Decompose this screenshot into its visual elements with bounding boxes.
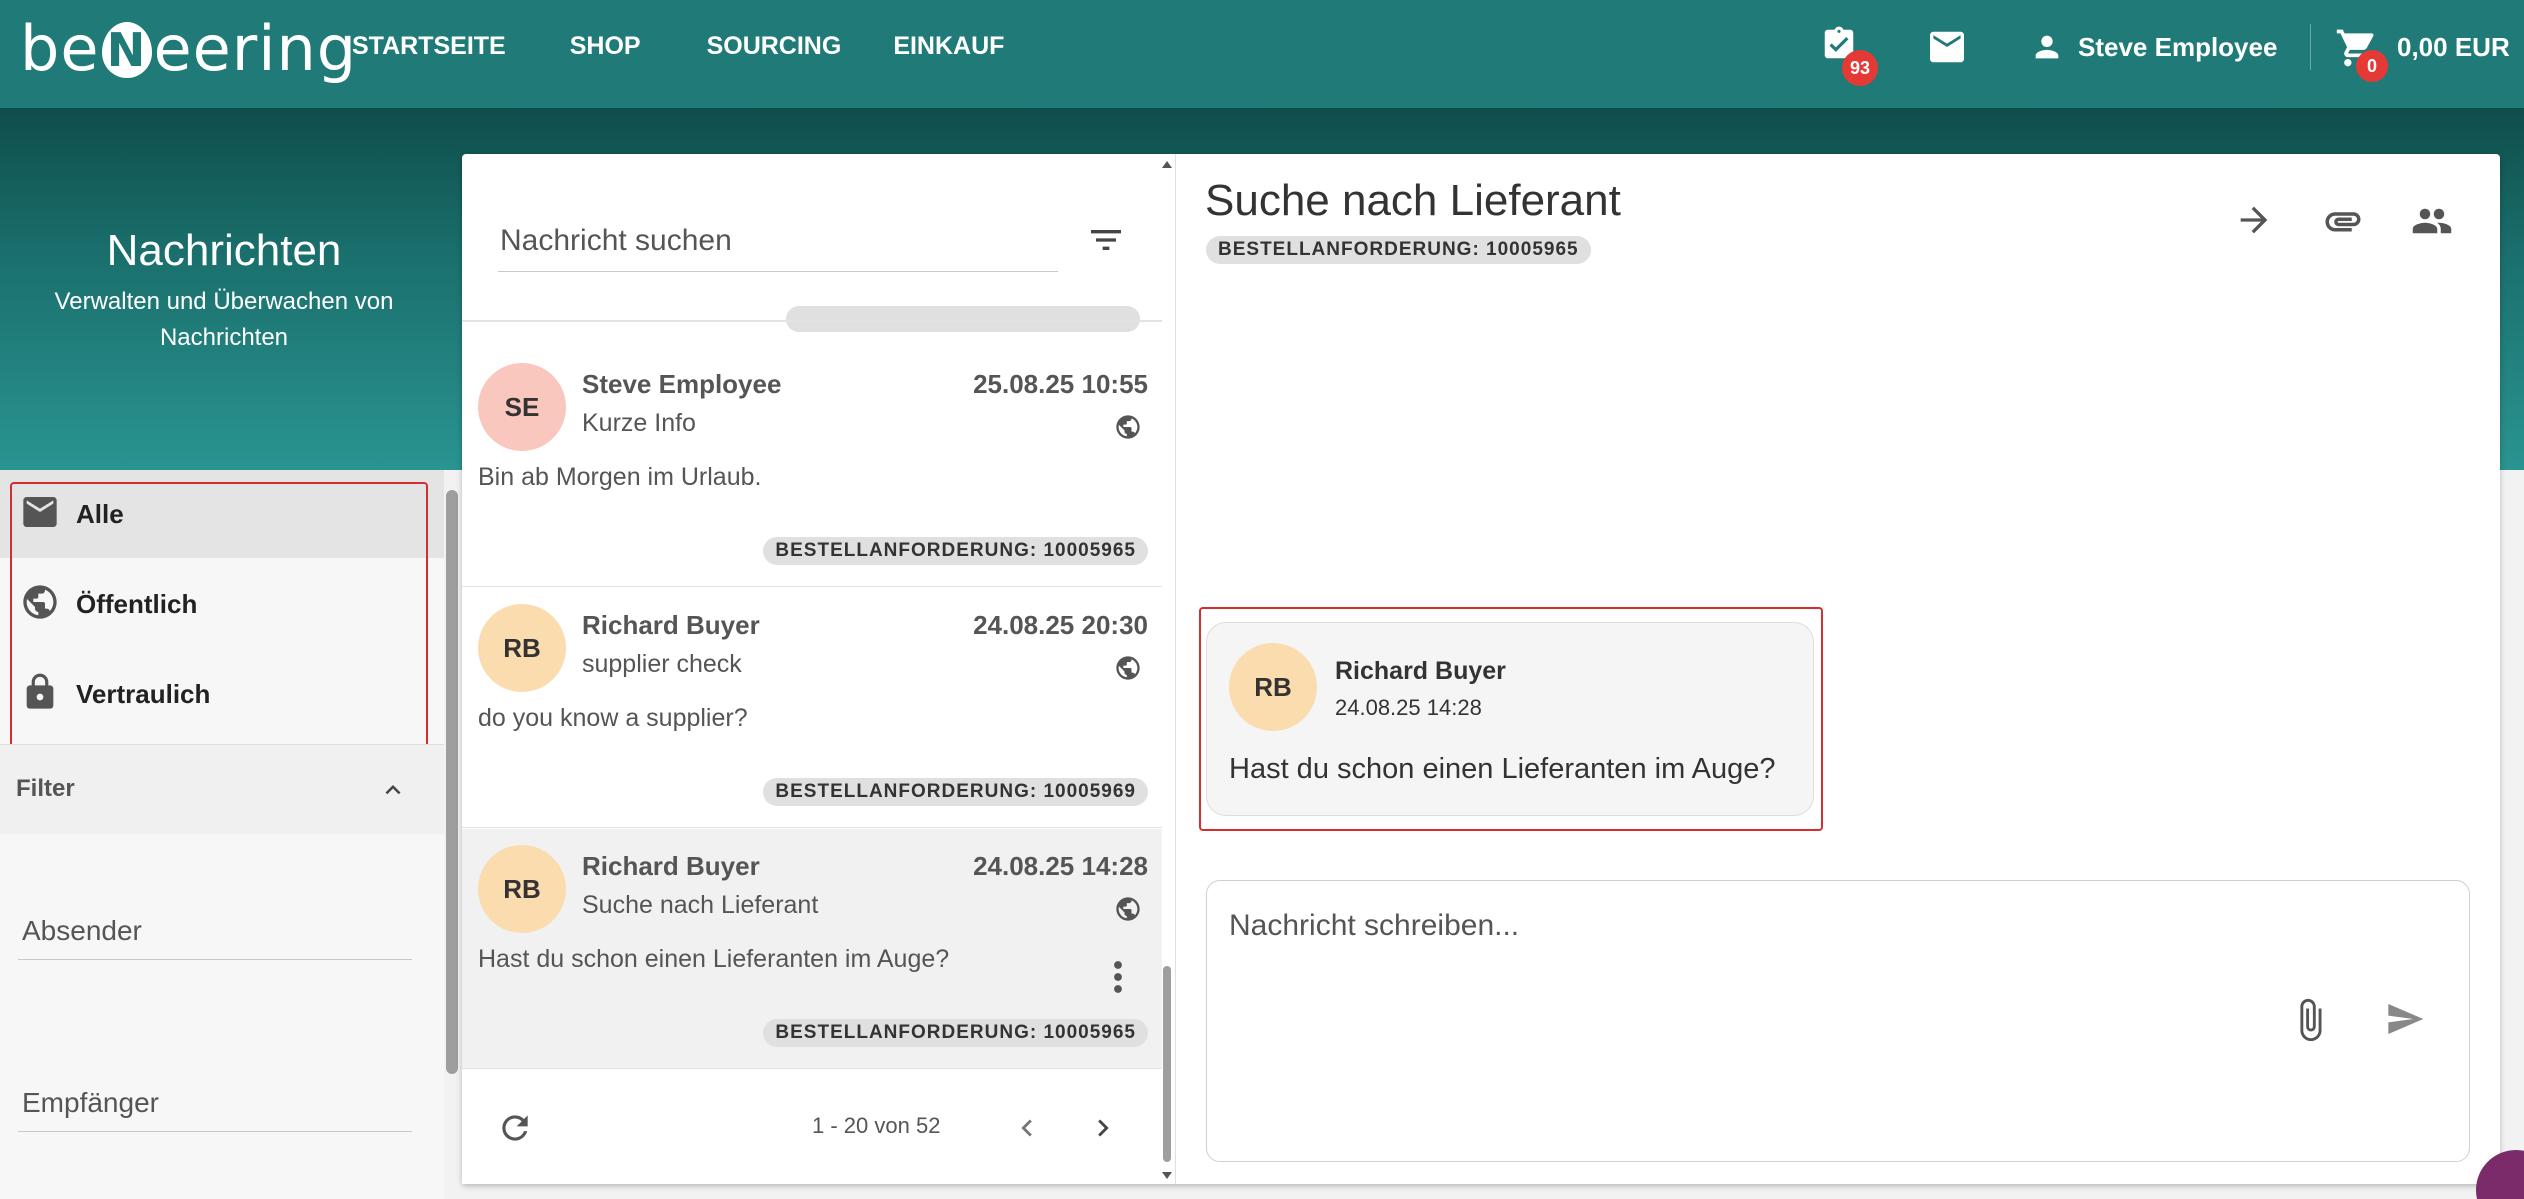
recipient-filter-placeholder: Empfänger: [22, 1087, 159, 1118]
logo-mark: N: [101, 22, 152, 78]
highlight-box-message: [1199, 607, 1823, 831]
globe-icon: [1114, 654, 1142, 687]
chevron-left-icon: [1021, 1119, 1032, 1137]
more-vertical-icon: [1114, 961, 1122, 993]
compose-placeholder: Nachricht schreiben...: [1229, 909, 1520, 942]
nav-startseite[interactable]: STARTSEITE: [352, 32, 506, 61]
previous-page-button[interactable]: [1010, 1111, 1044, 1150]
logo-text-post: eering: [153, 12, 358, 85]
conversation-title: Suche nach Lieferant: [1205, 176, 1621, 225]
person-icon: [2035, 35, 2059, 59]
message-list: Nachricht suchen SE Steve Employee 25.08…: [462, 154, 1176, 1184]
message-date: 24.08.25 20:30: [973, 610, 1148, 640]
message-preview: do you know a supplier?: [478, 704, 748, 732]
scrollbar-thumb[interactable]: [1163, 966, 1171, 1162]
list-item[interactable]: RB Richard Buyer 24.08.25 20:30 supplier…: [462, 588, 1162, 828]
filter-label: Filter: [16, 775, 75, 802]
arrow-right-icon: [2240, 206, 2268, 234]
reference-tag[interactable]: BESTELLANFORDERUNG: 10005969: [763, 778, 1148, 806]
pagination-count: 1 - 20 von 52: [812, 1113, 941, 1138]
nav-sourcing[interactable]: SOURCING: [707, 32, 842, 61]
cart-button[interactable]: 0: [2334, 26, 2388, 82]
list-pagination: 1 - 20 von 52: [462, 1068, 1162, 1184]
nav-shop[interactable]: SHOP: [570, 32, 641, 61]
list-item-selected[interactable]: RB Richard Buyer 24.08.25 14:28 Suche na…: [462, 829, 1162, 1069]
sender-filter-input[interactable]: Absender: [18, 904, 412, 960]
sender-filter-placeholder: Absender: [22, 915, 142, 946]
cut-off-tag: [786, 306, 1140, 332]
attachment-icon: [2325, 212, 2361, 232]
message-subject: supplier check: [582, 650, 742, 678]
send-button[interactable]: [2383, 999, 2427, 1044]
cart-total[interactable]: 0,00 EUR: [2397, 32, 2510, 63]
message-subject: Suche nach Lieferant: [582, 891, 819, 919]
page-title: Nachrichten: [106, 226, 342, 275]
chevron-up-icon[interactable]: [376, 775, 410, 805]
participants-button[interactable]: [2410, 200, 2454, 247]
globe-icon: [1114, 895, 1142, 928]
avatar: RB: [478, 845, 566, 933]
people-icon: [2412, 208, 2452, 234]
message-preview: Hast du schon einen Lieferanten im Auge?: [478, 945, 950, 973]
scroll-up-arrow-icon: [1162, 161, 1172, 168]
avatar: SE: [478, 363, 566, 451]
paperclip-icon: [2300, 998, 2322, 1042]
cart-count-badge: 0: [2356, 50, 2388, 82]
attach-file-button[interactable]: [2287, 997, 2333, 1048]
user-name: Steve Employee: [2078, 31, 2278, 62]
chevron-right-icon: [1098, 1119, 1109, 1137]
filter-section-header[interactable]: Filter: [0, 744, 444, 834]
sidebar-scrollbar[interactable]: [446, 490, 458, 1074]
refresh-icon: [502, 1115, 528, 1141]
top-navigation-bar: be Neering STARTSEITE SHOP SOURCING EINKA…: [0, 0, 2524, 108]
next-page-button[interactable]: [1086, 1111, 1120, 1150]
message-date: 24.08.25 14:28: [973, 851, 1148, 881]
message-date: 25.08.25 10:55: [973, 369, 1148, 399]
messages-button[interactable]: [1926, 30, 1968, 69]
reference-tag[interactable]: BESTELLANFORDERUNG: 10005965: [763, 1019, 1148, 1047]
user-menu[interactable]: Steve Employee: [2030, 30, 2277, 64]
filter-icon: [1091, 230, 1121, 250]
page-subtitle: Verwalten und Überwachen von Nachrichten: [54, 288, 394, 351]
message-sender: Richard Buyer: [582, 610, 760, 640]
filter-list-button[interactable]: [1086, 220, 1126, 265]
message-sender: Steve Employee: [582, 369, 782, 399]
highlight-box-folders: [10, 482, 428, 756]
avatar: RB: [478, 604, 566, 692]
main-nav: STARTSEITE SHOP SOURCING EINKAUF: [352, 32, 1068, 61]
message-sender: Richard Buyer: [582, 851, 760, 881]
attachments-button[interactable]: [2322, 200, 2364, 247]
benneering-logo[interactable]: be Neering: [20, 12, 357, 85]
mail-icon: [1930, 31, 1964, 63]
recipient-filter-input[interactable]: Empfänger: [18, 1076, 412, 1132]
more-options-button[interactable]: [1112, 959, 1124, 1000]
message-search-input[interactable]: Nachricht suchen: [498, 214, 1058, 272]
logo-text-pre: be: [20, 12, 100, 85]
conversation-reference-tag[interactable]: BESTELLANFORDERUNG: 10005965: [1206, 236, 1591, 264]
tasks-button[interactable]: 93: [1820, 24, 1878, 86]
list-item[interactable]: SE Steve Employee 25.08.25 10:55 Kurze I…: [462, 347, 1162, 587]
refresh-button[interactable]: [496, 1109, 534, 1152]
send-icon: [2388, 1004, 2424, 1034]
header-separator: [2310, 24, 2311, 70]
message-subject: Kurze Info: [582, 409, 696, 437]
message-search-placeholder: Nachricht suchen: [500, 224, 732, 257]
nav-einkauf[interactable]: EINKAUF: [893, 32, 1004, 61]
list-divider: [462, 320, 1162, 322]
globe-icon: [1114, 413, 1142, 446]
message-preview: Bin ab Morgen im Urlaub.: [478, 463, 762, 491]
forward-button[interactable]: [2234, 200, 2274, 245]
reference-tag[interactable]: BESTELLANFORDERUNG: 10005965: [763, 537, 1148, 565]
message-list-scrollbar[interactable]: [1161, 160, 1173, 1180]
scroll-down-arrow-icon: [1162, 1172, 1172, 1179]
compose-message-input[interactable]: Nachricht schreiben...: [1206, 880, 2470, 1162]
tasks-count-badge: 93: [1842, 50, 1878, 86]
